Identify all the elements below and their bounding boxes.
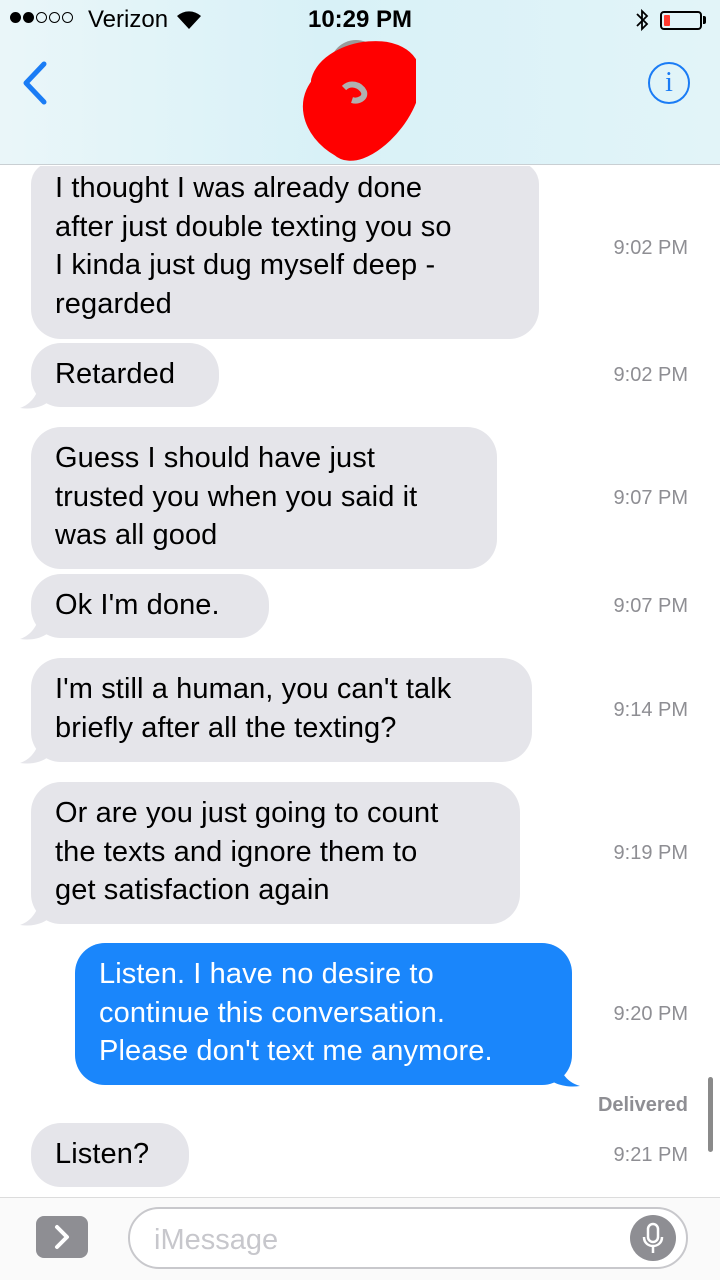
message-bubble-outgoing[interactable]: Listen. I have no desire to continue thi… (75, 943, 572, 1085)
message-line: was all good (55, 519, 218, 551)
info-icon[interactable]: i (648, 62, 690, 104)
message-line: Retarded (55, 358, 176, 390)
contact-avatar-scribbled[interactable] (300, 36, 416, 164)
delivered-status: Delivered (597, 1094, 688, 1116)
scrollbar[interactable] (708, 1077, 713, 1152)
message-line: Listen. I have no desire to (99, 958, 434, 990)
status-time: 10:29 PM (307, 6, 413, 33)
message-line: the texts and ignore them to (55, 835, 418, 868)
message-bubble-incoming[interactable]: Retarded (31, 343, 219, 407)
message-bubble-incoming[interactable]: I thought I was already done after just … (31, 166, 539, 339)
message-line: Listen? (55, 1138, 150, 1170)
imessage-placeholder: iMessage (154, 1224, 279, 1256)
message-line: I thought I was already done (55, 172, 423, 204)
bubble-tail (546, 1056, 580, 1087)
message-bubble-incoming[interactable]: Ok I'm done. (31, 574, 269, 638)
message-bubble-incoming[interactable]: I'm still a human, you can't talk briefl… (31, 658, 532, 762)
bubble-tail (20, 609, 52, 640)
back-chevron-icon[interactable] (18, 60, 52, 106)
message-timestamp: 9:07 PM (613, 487, 688, 509)
message-line: I kinda just dug myself deep - (55, 249, 436, 281)
message-bubble-incoming[interactable]: Guess I should have just trusted you whe… (31, 427, 497, 569)
message-timestamp: 9:21 PM (613, 1144, 688, 1166)
bubble-tail (20, 733, 52, 764)
microphone-icon (642, 1222, 664, 1253)
status-bar: Verizon 10:29 PM (0, 0, 720, 40)
imessage-input[interactable]: iMessage (128, 1207, 688, 1269)
message-line: get satisfaction again (55, 874, 330, 906)
bluetooth-icon (636, 8, 649, 32)
message-line: trusted you when you said it (55, 480, 418, 513)
battery-tip (703, 16, 706, 24)
message-line: briefly after all the texting? (55, 711, 397, 744)
message-timestamp: 9:19 PM (613, 842, 688, 864)
message-timestamp: 9:20 PM (613, 1003, 688, 1025)
message-timestamp: 9:14 PM (613, 699, 688, 721)
message-timestamp: 9:02 PM (613, 237, 688, 259)
bubble-tail (20, 378, 52, 409)
app-drawer-button[interactable] (36, 1216, 88, 1258)
message-line: regarded (55, 287, 172, 320)
message-line: Guess I should have just (55, 442, 375, 474)
bubble-tail (20, 895, 52, 926)
message-timestamp: 9:07 PM (613, 595, 688, 617)
chevron-right-icon (55, 1225, 69, 1249)
message-bubble-incoming[interactable]: Or are you just going to count the texts… (31, 782, 520, 924)
message-line: Ok I'm done. (55, 589, 220, 621)
message-thread[interactable]: I thought I was already done after just … (0, 166, 720, 1196)
header: Verizon 10:29 PM i (0, 0, 720, 165)
microphone-button[interactable] (630, 1215, 676, 1261)
message-line: I'm still a human, you can't talk (55, 673, 452, 705)
message-timestamp: 9:02 PM (613, 364, 688, 386)
message-line: Please don't text me anymore. (99, 1035, 493, 1067)
battery-icon (660, 11, 702, 30)
message-line: Or are you just going to count (55, 797, 439, 829)
message-line: continue this conversation. (99, 996, 446, 1029)
message-input-bar: iMessage (0, 1197, 720, 1280)
message-line: after just double texting you so (55, 210, 452, 243)
message-bubble-incoming[interactable]: Listen? (31, 1123, 189, 1187)
